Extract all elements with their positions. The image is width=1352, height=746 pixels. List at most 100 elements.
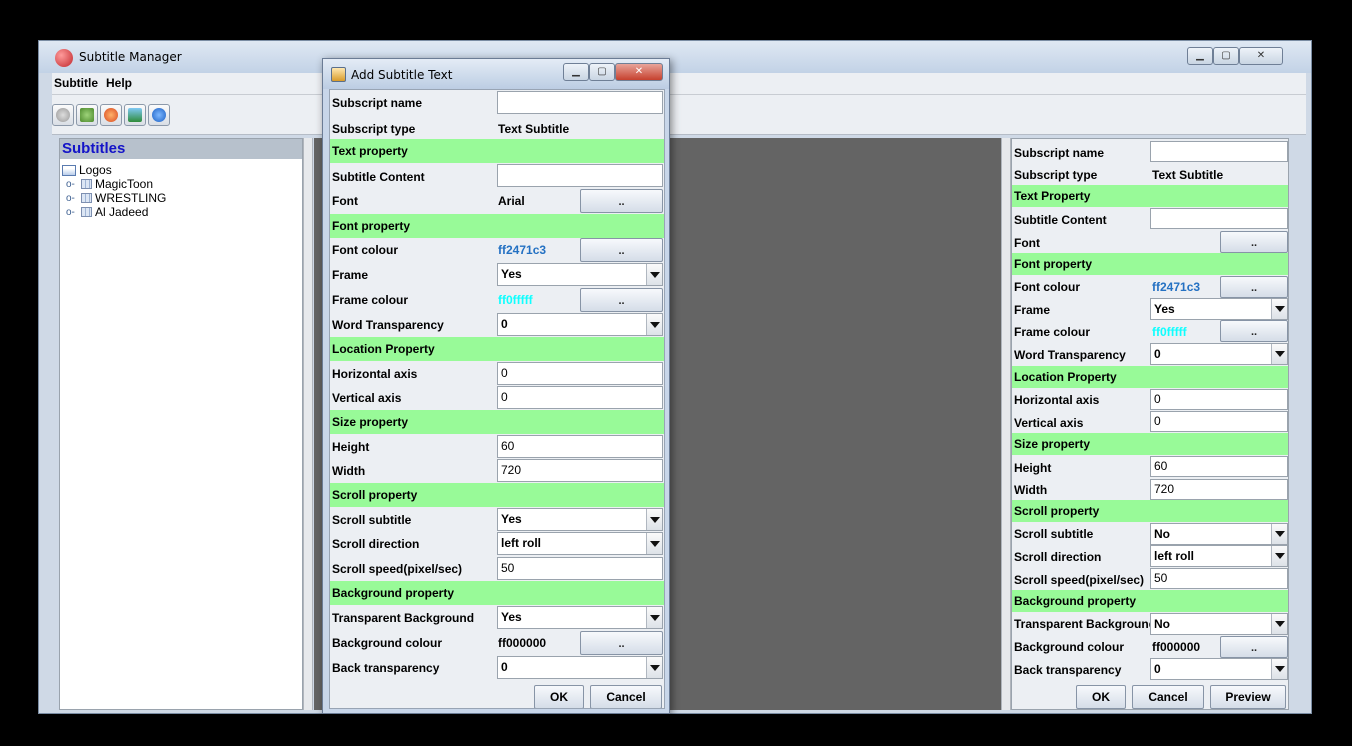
cancel-button[interactable]: Cancel — [590, 685, 662, 708]
export-icon[interactable] — [124, 104, 146, 126]
subscript-name-input[interactable] — [497, 91, 663, 114]
word-transparency-select[interactable]: 0 — [1150, 343, 1288, 365]
dialog-maximize-button[interactable]: ▢ — [589, 63, 615, 81]
vertical-axis-input[interactable]: 0 — [497, 386, 663, 409]
edit-subtitle-icon[interactable] — [76, 104, 98, 126]
scroll-speed-input[interactable]: 50 — [1150, 568, 1288, 589]
width-input[interactable]: 720 — [497, 459, 663, 482]
info-icon[interactable] — [148, 104, 170, 126]
font-colour-value: ff2471c3 — [498, 243, 547, 257]
back-transparency-select[interactable]: 0 — [1150, 658, 1288, 680]
frame-select[interactable]: Yes — [1150, 298, 1288, 320]
chevron-down-icon[interactable] — [1271, 524, 1287, 544]
minimize-button[interactable]: ▁ — [1187, 47, 1213, 65]
frame-select[interactable]: Yes — [497, 263, 663, 286]
delete-subtitle-icon[interactable] — [100, 104, 122, 126]
chevron-down-icon[interactable] — [1271, 344, 1287, 364]
menu-subtitle[interactable]: Subtitle — [54, 76, 98, 90]
font-picker-button[interactable]: .. — [1220, 231, 1288, 253]
background-colour-button[interactable]: .. — [580, 631, 663, 655]
expand-key-icon[interactable]: o- — [66, 207, 77, 218]
height-input[interactable]: 60 — [497, 435, 663, 458]
vertical-axis-label: Vertical axis — [1014, 416, 1084, 430]
scroll-subtitle-select[interactable]: Yes — [497, 508, 663, 531]
frame-colour-button[interactable]: .. — [1220, 320, 1288, 342]
scroll-direction-select[interactable]: left roll — [1150, 545, 1288, 567]
font-colour-label: Font colour — [1014, 280, 1080, 294]
close-button[interactable]: ✕ — [1239, 47, 1283, 65]
frame-colour-button[interactable]: .. — [580, 288, 663, 312]
right-splitter[interactable] — [1001, 138, 1011, 710]
transparent-background-value: Yes — [501, 610, 522, 624]
section-location-property: Location Property — [330, 337, 664, 361]
font-colour-button[interactable]: .. — [580, 238, 663, 262]
tree-root[interactable]: Logos — [62, 163, 112, 177]
width-input[interactable]: 720 — [1150, 479, 1288, 500]
back-transparency-value: 0 — [1154, 662, 1161, 676]
word-transparency-value: 0 — [501, 317, 508, 331]
add-subtitle-icon[interactable] — [52, 104, 74, 126]
scroll-direction-select[interactable]: left roll — [497, 532, 663, 555]
subtitle-content-input[interactable] — [1150, 208, 1288, 229]
ok-button[interactable]: OK — [534, 685, 584, 708]
horizontal-axis-input[interactable]: 0 — [1150, 389, 1288, 410]
left-splitter[interactable] — [303, 138, 313, 710]
frame-select-value: Yes — [501, 267, 522, 281]
height-input[interactable]: 60 — [1150, 456, 1288, 477]
chevron-down-icon[interactable] — [646, 314, 662, 335]
menu-help[interactable]: Help — [106, 76, 132, 90]
ok-button[interactable]: OK — [1076, 685, 1126, 709]
background-colour-button[interactable]: .. — [1220, 636, 1288, 658]
scroll-speed-input[interactable]: 50 — [497, 557, 663, 580]
height-label: Height — [332, 440, 370, 454]
word-transparency-value: 0 — [1154, 347, 1161, 361]
subscript-name-input[interactable] — [1150, 141, 1288, 162]
tree-item-label: WRESTLING — [95, 191, 167, 205]
chevron-down-icon[interactable] — [1271, 659, 1287, 679]
tree-root-label: Logos — [79, 163, 112, 177]
tree-item[interactable]: o- WRESTLING — [66, 191, 166, 205]
transparent-background-label: Transparent Background — [332, 611, 475, 625]
back-transparency-select[interactable]: 0 — [497, 656, 663, 679]
scroll-subtitle-select[interactable]: No — [1150, 523, 1288, 545]
section-text-property: Text Property — [1012, 185, 1288, 207]
tree-item[interactable]: o- Al Jadeed — [66, 205, 148, 219]
dialog-minimize-button[interactable]: ▁ — [563, 63, 589, 81]
scroll-subtitle-label: Scroll subtitle — [332, 513, 412, 527]
transparent-background-select[interactable]: No — [1150, 613, 1288, 635]
chevron-down-icon[interactable] — [646, 607, 662, 628]
expand-key-icon[interactable]: o- — [66, 193, 77, 204]
transparent-background-select[interactable]: Yes — [497, 606, 663, 629]
expand-key-icon[interactable]: o- — [66, 179, 77, 190]
chevron-down-icon[interactable] — [1271, 299, 1287, 319]
main-window: Subtitle Manager ▁ ▢ ✕ Subtitle Help Sub… — [38, 40, 1312, 714]
toolbar — [52, 95, 1306, 135]
subscript-type-value: Text Subtitle — [498, 122, 570, 136]
word-transparency-select[interactable]: 0 — [497, 313, 663, 336]
scroll-subtitle-label: Scroll subtitle — [1014, 527, 1094, 541]
chevron-down-icon[interactable] — [1271, 546, 1287, 566]
preview-button[interactable]: Preview — [1210, 685, 1286, 709]
font-colour-button[interactable]: .. — [1220, 276, 1288, 298]
maximize-button[interactable]: ▢ — [1213, 47, 1239, 65]
frame-colour-value: ff0fffff — [1152, 325, 1187, 339]
section-font-property: Font property — [330, 214, 664, 238]
horizontal-axis-input[interactable]: 0 — [497, 362, 663, 385]
chevron-down-icon[interactable] — [646, 657, 662, 678]
menu-bar: Subtitle Help — [52, 73, 1306, 95]
chevron-down-icon[interactable] — [646, 264, 662, 285]
subtitle-content-input[interactable] — [497, 164, 663, 187]
font-picker-button[interactable]: .. — [580, 189, 663, 213]
vertical-axis-input[interactable]: 0 — [1150, 411, 1288, 432]
chevron-down-icon[interactable] — [646, 509, 662, 530]
font-value: Arial — [498, 194, 525, 208]
chevron-down-icon[interactable] — [646, 533, 662, 554]
add-subtitle-text-dialog: Add Subtitle Text ▁ ▢ ✕ Subscript name S… — [322, 58, 670, 714]
dialog-close-button[interactable]: ✕ — [615, 63, 663, 81]
cancel-button[interactable]: Cancel — [1132, 685, 1204, 709]
chevron-down-icon[interactable] — [1271, 614, 1287, 634]
dialog-title: Add Subtitle Text — [351, 68, 453, 82]
tree-item[interactable]: o- MagicToon — [66, 177, 153, 191]
subscript-type-label: Subscript type — [1014, 168, 1098, 182]
background-colour-value: ff000000 — [498, 636, 547, 650]
